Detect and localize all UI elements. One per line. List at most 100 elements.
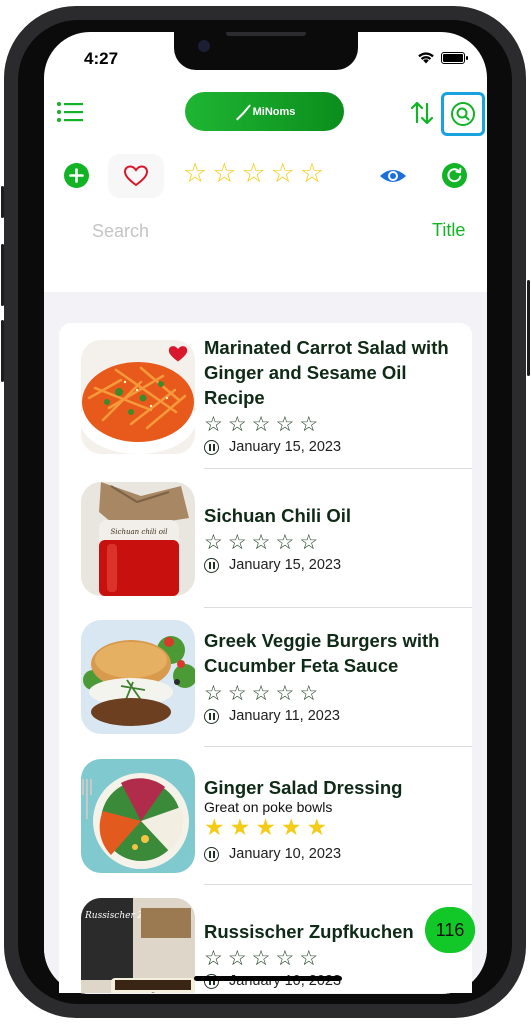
utensils-icon [204, 846, 219, 862]
rating-star: ☆ [251, 947, 271, 970]
rating-star: ☆ [227, 947, 247, 970]
rating-star: ☆ [204, 947, 223, 970]
camera [198, 40, 210, 52]
add-recipe-button[interactable] [64, 163, 89, 188]
recipe-row-veggie-burgers[interactable]: Greek Veggie Burgers with Cucumber Feta … [59, 608, 472, 747]
recipe-date-text: January 15, 2023 [229, 439, 342, 455]
recipe-list: Marinated Carrot Salad with Ginger and S… [59, 323, 472, 993]
recipe-thumbnail-veggie-burgers [81, 620, 195, 734]
silent-switch [1, 186, 4, 218]
rating-filter-star-4[interactable]: ☆ [271, 160, 295, 187]
recipe-date: January 15, 2023 [204, 557, 341, 573]
rating-star-filled: ★ [204, 814, 225, 840]
sort-button[interactable] [409, 100, 435, 126]
recipe-title: Russischer Zupfkuchen [204, 921, 414, 942]
favorites-filter-button[interactable] [108, 154, 164, 198]
rating-star-filled: ★ [306, 814, 328, 840]
home-indicator-overlay [194, 976, 342, 981]
rating-star: ☆ [227, 531, 247, 554]
utensils-icon [204, 439, 219, 455]
status-icons [417, 51, 468, 64]
rating-star: ☆ [227, 682, 247, 705]
recipe-thumbnail-zupfkuchen: Russischer Zupfkuchen [81, 898, 195, 993]
rating-star: ☆ [251, 531, 271, 554]
plus-icon [69, 168, 84, 183]
recipe-thumbnail-ginger-dressing [81, 759, 195, 873]
rating-filter-star-3[interactable]: ☆ [241, 160, 265, 187]
thumbnail-label: Sichuan chili oil [111, 528, 168, 536]
recipe-rating: ★ ★ ★ ★ ★ [204, 814, 328, 840]
search-scope-title-button[interactable]: Title [432, 220, 465, 241]
recipe-row-ginger-dressing[interactable]: Ginger Salad Dressing Great on poke bowl… [59, 747, 472, 885]
visibility-filter-button[interactable] [378, 163, 408, 189]
rating-star-filled: ★ [280, 814, 302, 840]
status-time: 4:27 [84, 49, 119, 68]
utensils-icon [204, 708, 219, 724]
recipe-rating: ☆ ☆ ☆ ☆ ☆ [204, 414, 318, 435]
app-name: MiNoms [252, 105, 296, 118]
wifi-icon [418, 52, 434, 64]
rating-star: ☆ [299, 682, 319, 705]
filter-bar: ☆ ☆ ☆ ☆ ☆ [44, 152, 487, 198]
app-logo-button[interactable]: MiNoms [185, 92, 344, 131]
heart-outline-icon [123, 165, 149, 187]
notch [174, 32, 358, 70]
recipe-thumbnail-carrot-salad [81, 340, 195, 454]
rating-star: ☆ [299, 947, 319, 970]
rating-star: ☆ [275, 947, 295, 970]
recipe-date-text: January 10, 2023 [229, 846, 342, 862]
recipe-rating: ☆ ☆ ☆ ☆ ☆ [204, 532, 318, 553]
sort-arrows-icon [410, 101, 434, 125]
volume-up-button [1, 244, 4, 306]
rating-star: ☆ [251, 413, 271, 436]
top-toolbar: MiNoms [44, 88, 487, 138]
rating-star: ☆ [204, 682, 223, 705]
utensils-icon [204, 557, 219, 573]
refresh-icon [447, 167, 462, 183]
recipe-date: January 15, 2023 [204, 439, 341, 455]
rating-star: ☆ [299, 531, 319, 554]
rating-star: ☆ [299, 413, 319, 436]
rating-filter-star-1[interactable]: ☆ [183, 160, 207, 187]
favorite-heart-icon [167, 344, 189, 364]
recipe-title: Ginger Salad Dressing [204, 777, 403, 798]
recipe-title: Greek Veggie Burgers with Cucumber Feta … [204, 630, 440, 676]
recipe-count-badge-overlay: 116 [425, 907, 475, 953]
rating-star: ☆ [275, 413, 295, 436]
recipe-subtitle: Great on poke bowls [204, 799, 333, 815]
search-toggle-button[interactable] [441, 92, 485, 136]
power-button [527, 280, 530, 376]
rating-star: ☆ [204, 413, 223, 436]
eye-icon [380, 170, 406, 182]
recipe-thumbnail-chili-oil: Sichuan chili oil [81, 482, 195, 596]
volume-down-button [1, 320, 4, 382]
rating-filter-star-5[interactable]: ☆ [300, 160, 324, 187]
rating-star: ☆ [251, 682, 271, 705]
recipe-row-carrot-salad[interactable]: Marinated Carrot Salad with Ginger and S… [59, 323, 472, 469]
rating-filter: ☆ ☆ ☆ ☆ ☆ [183, 160, 324, 187]
recipe-date-text: January 11, 2023 [229, 708, 340, 724]
recipe-rating: ☆ ☆ ☆ ☆ ☆ [204, 683, 318, 704]
rating-filter-star-2[interactable]: ☆ [212, 160, 236, 187]
rating-star: ☆ [204, 531, 223, 554]
recipe-title: Marinated Carrot Salad with Ginger and S… [204, 337, 449, 408]
rating-star: ☆ [227, 413, 247, 436]
list-icon [57, 102, 83, 122]
recipe-date-text: January 15, 2023 [229, 557, 342, 573]
recipe-title: Sichuan Chili Oil [204, 505, 351, 526]
recipe-date: January 10, 2023 [204, 846, 341, 862]
refresh-button[interactable] [442, 163, 467, 188]
recipe-rating: ☆ ☆ ☆ ☆ ☆ [204, 948, 318, 969]
rating-star-filled: ★ [255, 814, 276, 840]
menu-button[interactable] [56, 100, 84, 124]
knife-icon [235, 104, 251, 120]
recipe-date: January 11, 2023 [204, 708, 340, 724]
search-icon [451, 102, 475, 126]
rating-star-filled: ★ [229, 814, 251, 840]
battery-icon [441, 51, 468, 64]
recipe-row-chili-oil[interactable]: Sichuan chili oil Sichuan Chili Oil ☆ ☆ ☆ ☆… [59, 469, 472, 608]
rating-star: ☆ [275, 531, 295, 554]
search-input[interactable] [92, 216, 352, 246]
rating-star: ☆ [275, 682, 295, 705]
speaker [226, 32, 306, 36]
